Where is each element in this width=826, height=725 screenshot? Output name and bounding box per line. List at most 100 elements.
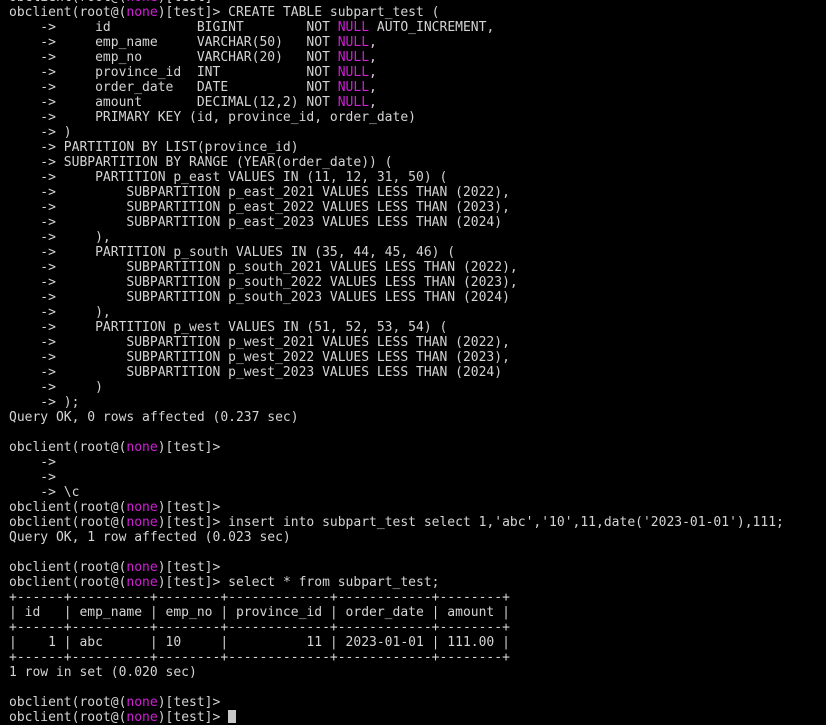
output-text: , [369,65,377,80]
output-text: -> SUBPARTITION p_south_2021 VALUES LESS… [9,260,518,275]
output-text: -> ) [9,125,72,140]
terminal-line: -> SUBPARTITION p_west_2023 VALUES LESS … [0,365,826,380]
terminal-line: -> PARTITION p_east VALUES IN (11, 12, 3… [0,170,826,185]
terminal-line: -> order_date DATE NOT NULL, [0,80,826,95]
output-text: | 1 | abc | 10 | 11 | 2023-01-01 | 111.0… [9,635,510,650]
highlight-text: none [126,440,158,455]
output-text: -> emp_name VARCHAR(50) NOT [9,35,338,50]
terminal-line: obclient(root@(none)[test]> [0,695,826,710]
output-text: -> SUBPARTITION p_south_2023 VALUES LESS… [9,290,510,305]
output-text: +------+----------+--------+------------… [9,620,510,635]
terminal-line: -> SUBPARTITION p_south_2022 VALUES LESS… [0,275,826,290]
output-text: )[test]> CREATE TABLE subpart_test ( [157,5,440,20]
output-text: | id | emp_name | emp_no | province_id |… [9,605,510,620]
terminal-line: -> emp_name VARCHAR(50) NOT NULL, [0,35,826,50]
output-text: -> [9,470,56,485]
terminal-line: | id | emp_name | emp_no | province_id |… [0,605,826,620]
terminal-line: -> SUBPARTITION p_south_2023 VALUES LESS… [0,290,826,305]
terminal-line: obclient(root@(none)[test]> [0,500,826,515]
highlight-text: NULL [337,95,370,110]
output-text: )[test]> [157,710,229,725]
terminal-line: -> ) [0,380,826,395]
output-text: -> SUBPARTITION p_east_2021 VALUES LESS … [9,185,510,200]
highlight-text: NULL [337,65,370,80]
terminal-line: +------+----------+--------+------------… [0,590,826,605]
highlight-text: NULL [337,20,370,35]
terminal-line: +------+----------+--------+------------… [0,650,826,665]
terminal-line: -> id BIGINT NOT NULL AUTO_INCREMENT, [0,20,826,35]
output-text: )[test]> [157,500,221,515]
output-text: )[test]> [157,560,221,575]
output-text: )[test]> [157,695,221,710]
output-text: -> SUBPARTITION p_east_2022 VALUES LESS … [9,200,510,215]
output-text: -> ), [9,305,111,320]
output-text: -> ), [9,230,111,245]
output-text: Query OK, 1 row affected (0.023 sec) [9,530,291,545]
output-text: obclient(root@( [9,515,127,530]
terminal-line: -> SUBPARTITION p_west_2021 VALUES LESS … [0,335,826,350]
terminal-line: obclient(root@(none)[test]> [0,560,826,575]
highlight-text: none [126,575,158,590]
terminal-line: obclient(root@(none)[test]> [0,710,826,725]
output-text: -> SUBPARTITION p_south_2022 VALUES LESS… [9,275,518,290]
output-text: -> amount DECIMAL(12,2) NOT [9,95,338,110]
output-text: -> PARTITION p_west VALUES IN (51, 52, 5… [9,320,448,335]
terminal-line: -> amount DECIMAL(12,2) NOT NULL, [0,95,826,110]
output-text: Query OK, 0 rows affected (0.237 sec) [9,410,299,425]
output-text: -> province_id INT NOT [9,65,338,80]
output-text: obclient(root@( [9,440,127,455]
terminal-line: obclient(root@(none)[test]> insert into … [0,515,826,530]
output-text: obclient(root@( [9,5,127,20]
terminal-line: +------+----------+--------+------------… [0,620,826,635]
terminal-line: -> emp_no VARCHAR(20) NOT NULL, [0,50,826,65]
output-text: , [369,50,377,65]
terminal-line: -> PARTITION BY LIST(province_id) [0,140,826,155]
terminal-line: -> SUBPARTITION p_east_2021 VALUES LESS … [0,185,826,200]
output-text: -> order_date DATE NOT [9,80,338,95]
terminal-line: -> ), [0,305,826,320]
output-text: -> \c [9,485,80,500]
terminal-line: -> PARTITION p_west VALUES IN (51, 52, 5… [0,320,826,335]
output-text: 1 row in set (0.020 sec) [9,665,197,680]
output-text: -> SUBPARTITION BY RANGE (YEAR(order_dat… [9,155,393,170]
output-text: )[test]> select * from subpart_test; [157,575,440,590]
output-text: -> PRIMARY KEY (id, province_id, order_d… [9,110,416,125]
highlight-text: none [126,695,158,710]
output-text: , [369,35,377,50]
output-text: -> emp_no VARCHAR(20) NOT [9,50,338,65]
output-text: obclient(root@( [9,710,127,725]
terminal-line: 1 row in set (0.020 sec) [0,665,826,680]
output-text: obclient(root@( [9,575,127,590]
terminal-line: | 1 | abc | 10 | 11 | 2023-01-01 | 111.0… [0,635,826,650]
output-text: -> SUBPARTITION p_west_2021 VALUES LESS … [9,335,510,350]
terminal-line: -> PARTITION p_south VALUES IN (35, 44, … [0,245,826,260]
highlight-text: NULL [337,35,370,50]
highlight-text: NULL [337,50,370,65]
output-text: -> [9,455,56,470]
terminal-line: -> [0,455,826,470]
terminal-line: obclient(root@(none)[test]> [0,440,826,455]
terminal-line: -> SUBPARTITION p_south_2021 VALUES LESS… [0,260,826,275]
output-text: )[test]> insert into subpart_test select… [157,515,784,530]
output-text: -> id BIGINT NOT [9,20,338,35]
output-text: AUTO_INCREMENT, [369,20,495,35]
terminal-line: obclient(root@(none)[test]> select * fro… [0,575,826,590]
output-text: -> PARTITION BY LIST(province_id) [9,140,299,155]
output-text: -> SUBPARTITION p_west_2023 VALUES LESS … [9,365,503,380]
terminal-line: Query OK, 1 row affected (0.023 sec) [0,530,826,545]
terminal-line: obclient(root@(none)[test]> CREATE TABLE… [0,5,826,20]
highlight-text: NULL [337,80,370,95]
output-text: -> PARTITION p_south VALUES IN (35, 44, … [9,245,456,260]
text-cursor [228,710,237,723]
output-text: -> ) [9,380,103,395]
terminal-window[interactable]: obclient(root@(none)[test]>obclient(root… [0,0,826,725]
highlight-text: none [126,560,158,575]
output-text: obclient(root@( [9,695,127,710]
output-text: -> SUBPARTITION p_east_2023 VALUES LESS … [9,215,503,230]
output-text: , [369,80,377,95]
output-text: , [369,95,377,110]
output-text: )[test]> [157,440,221,455]
output-text: +------+----------+--------+------------… [9,650,510,665]
